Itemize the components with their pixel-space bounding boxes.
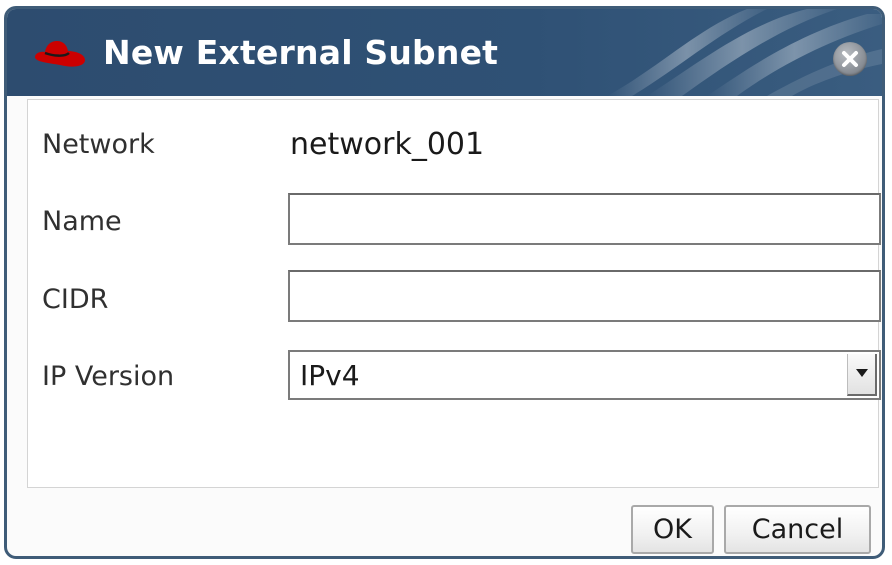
name-input[interactable] — [288, 193, 881, 245]
close-button[interactable] — [833, 42, 867, 76]
new-external-subnet-dialog: New External Subnet Network network_001 … — [4, 6, 885, 559]
name-label: Name — [42, 206, 122, 237]
ip-version-select[interactable]: IPv4 — [288, 350, 881, 400]
cidr-input[interactable] — [288, 270, 881, 322]
dialog-title: New External Subnet — [103, 33, 499, 72]
redhat-hat-icon — [35, 41, 85, 67]
close-icon — [842, 51, 858, 67]
network-value: network_001 — [290, 127, 485, 162]
ip-version-dropdown-button[interactable] — [847, 354, 877, 396]
chevron-down-icon — [856, 369, 868, 377]
ip-version-selected-value: IPv4 — [300, 359, 360, 392]
cidr-label: CIDR — [42, 284, 109, 315]
ip-version-label: IP Version — [42, 361, 175, 392]
ok-button[interactable]: OK — [631, 505, 714, 554]
cancel-button[interactable]: Cancel — [724, 505, 871, 554]
dialog-header: New External Subnet — [7, 9, 882, 96]
network-label: Network — [42, 129, 155, 160]
